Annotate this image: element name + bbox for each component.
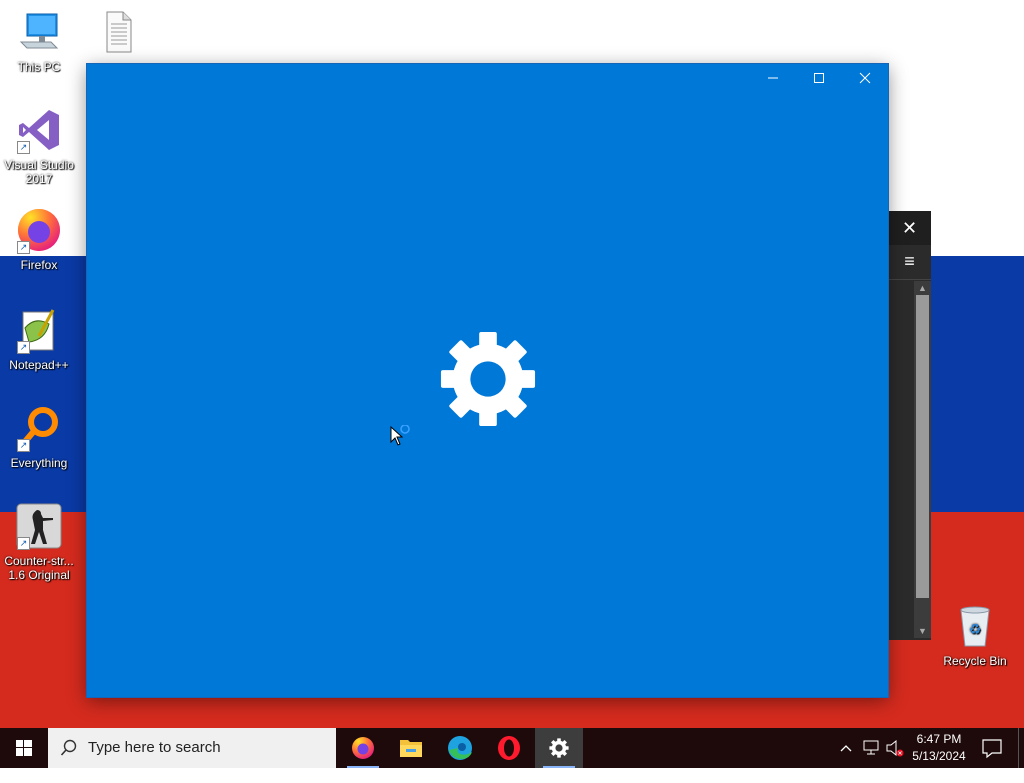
svg-text:♻: ♻ xyxy=(969,622,982,638)
shortcut-arrow-icon: ↗ xyxy=(17,537,30,550)
taskbar-app-settings[interactable] xyxy=(535,728,583,768)
opera-icon xyxy=(498,736,520,760)
desktop-icon-notepad-plus-plus[interactable]: ↗ Notepad++ xyxy=(0,306,78,372)
desktop-icon-recycle-bin[interactable]: ♻ Recycle Bin xyxy=(936,602,1014,668)
notepad-plus-plus-icon: ↗ xyxy=(15,306,63,354)
volume-muted-icon[interactable] xyxy=(884,728,906,768)
visual-studio-icon: ↗ xyxy=(15,106,63,154)
computer-icon xyxy=(15,8,63,56)
background-app-window: ✕ ≡ ▲ ▼ xyxy=(888,211,931,640)
desktop-icon-label: This PC xyxy=(17,60,61,74)
show-hidden-icons-chevron-icon[interactable] xyxy=(836,728,856,768)
windows-logo-icon xyxy=(16,740,32,756)
shortcut-arrow-icon: ↗ xyxy=(17,439,30,452)
start-button[interactable] xyxy=(0,728,48,768)
action-center-button[interactable] xyxy=(978,728,1006,768)
minimize-icon xyxy=(768,77,778,79)
close-icon xyxy=(859,72,871,84)
magnifier-icon: ↗ xyxy=(15,404,63,452)
taskbar: Type here to search 6:47 PM 5/13/2024 xyxy=(0,728,1024,768)
firefox-icon xyxy=(352,737,374,759)
desktop-icon-label: Visual Studio 2017 xyxy=(4,158,74,186)
search-placeholder: Type here to search xyxy=(88,739,221,756)
edge-icon xyxy=(448,736,472,760)
notifications-icon xyxy=(982,739,1002,759)
gear-icon xyxy=(440,331,536,427)
close-button[interactable] xyxy=(842,64,888,96)
counter-strike-icon: ↗ xyxy=(15,502,63,550)
clock-time: 6:47 PM xyxy=(916,732,962,746)
taskbar-app-file-explorer[interactable] xyxy=(387,728,435,768)
desktop-icon-label: Firefox xyxy=(20,258,58,272)
desktop-icon-everything[interactable]: ↗ Everything xyxy=(0,404,78,470)
maximize-button[interactable] xyxy=(796,64,842,96)
desktop-icon-label: Counter-str... 1.6 Original xyxy=(4,554,74,582)
recycle-bin-icon: ♻ xyxy=(951,602,999,650)
taskbar-search-box[interactable]: Type here to search xyxy=(48,728,336,768)
close-icon[interactable]: ✕ xyxy=(888,211,931,245)
taskbar-app-edge[interactable] xyxy=(436,728,484,768)
desktop-icon-counter-strike[interactable]: ↗ Counter-str... 1.6 Original xyxy=(0,502,78,582)
desktop-icon-label: Notepad++ xyxy=(9,358,69,372)
taskbar-app-opera[interactable] xyxy=(485,728,533,768)
shortcut-arrow-icon: ↗ xyxy=(17,241,30,254)
busy-cursor-icon xyxy=(390,425,410,446)
taskbar-app-firefox[interactable] xyxy=(339,728,387,768)
clock-date: 5/13/2024 xyxy=(912,749,966,763)
document-icon xyxy=(93,8,141,56)
file-explorer-icon xyxy=(400,740,422,757)
scroll-down-icon[interactable]: ▼ xyxy=(916,625,929,637)
desktop-icon-label: Recycle Bin xyxy=(943,654,1007,668)
settings-icon xyxy=(549,738,569,758)
desktop-icon-firefox[interactable]: ↗ Firefox xyxy=(0,206,78,272)
scroll-up-icon[interactable]: ▲ xyxy=(916,282,929,294)
desktop-icon-visual-studio[interactable]: ↗ Visual Studio 2017 xyxy=(0,106,78,186)
scrollbar[interactable]: ▲ ▼ xyxy=(914,281,931,638)
hamburger-menu-icon[interactable]: ≡ xyxy=(888,245,931,280)
minimize-button[interactable] xyxy=(750,64,796,96)
desktop-icon-this-pc[interactable]: This PC xyxy=(0,8,78,74)
desktop-icon-text-file[interactable] xyxy=(78,8,156,60)
maximize-icon xyxy=(814,73,824,83)
search-icon xyxy=(60,739,77,756)
scrollbar-thumb[interactable] xyxy=(916,295,929,598)
taskbar-clock[interactable]: 6:47 PM 5/13/2024 xyxy=(904,728,974,768)
settings-window[interactable] xyxy=(87,64,888,697)
network-icon[interactable] xyxy=(860,728,882,768)
firefox-icon: ↗ xyxy=(15,206,63,254)
shortcut-arrow-icon: ↗ xyxy=(17,341,30,354)
desktop-icon-label: Everything xyxy=(10,456,68,470)
show-desktop-button[interactable] xyxy=(1018,728,1024,768)
shortcut-arrow-icon: ↗ xyxy=(17,141,30,154)
